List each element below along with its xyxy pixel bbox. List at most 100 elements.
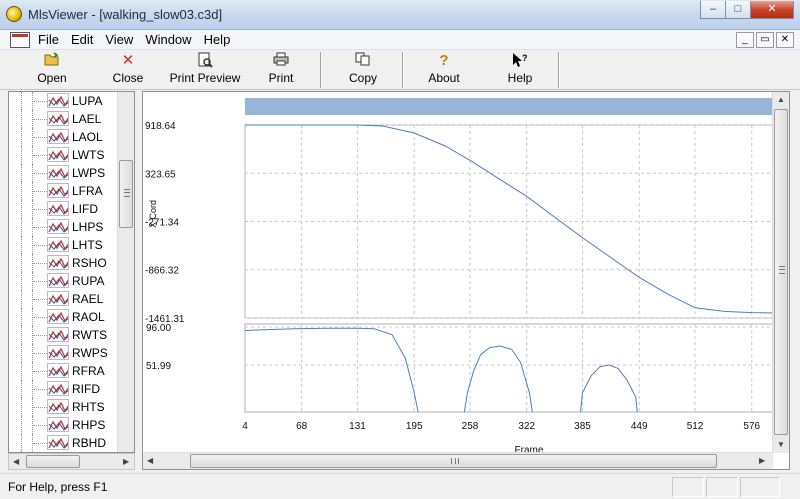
tree-item[interactable]: LAOL <box>9 128 119 146</box>
about-button[interactable]: ? About <box>414 52 474 88</box>
tree-item[interactable]: LHPS <box>9 218 119 236</box>
tree-item[interactable]: LAEL <box>9 110 119 128</box>
tree-item[interactable]: RHTS <box>9 398 119 416</box>
scroll-left-arrow-icon[interactable]: ◀ <box>13 454 19 469</box>
tree-item-label: LAEL <box>72 112 102 126</box>
menu-edit[interactable]: Edit <box>65 32 99 48</box>
menu-window[interactable]: Window <box>139 32 197 48</box>
tree-guide-line <box>21 182 22 200</box>
x-tick-label: 322 <box>518 421 535 432</box>
scroll-down-arrow-icon[interactable]: ▼ <box>777 437 785 452</box>
tree-item-label: RWTS <box>72 328 108 342</box>
tree-item[interactable]: LHTS <box>9 236 119 254</box>
tree-horizontal-scrollbar[interactable]: ◀ ▶ <box>8 453 135 470</box>
scroll-right-arrow-icon[interactable]: ▶ <box>759 453 765 468</box>
marker-charts: 918.64323.65-271.34-866.32-1461.31X Cord… <box>145 121 773 453</box>
tree-guide-line <box>33 299 47 300</box>
tree-item[interactable]: LFRA <box>9 182 119 200</box>
status-bar: For Help, press F1 <box>0 473 800 499</box>
marker-graph-icon <box>47 291 69 306</box>
tree-item-label: LHPS <box>72 220 104 234</box>
tree-item-label: LIFD <box>72 202 99 216</box>
scroll-right-arrow-icon[interactable]: ▶ <box>123 454 129 469</box>
tree-item[interactable]: LWPS <box>9 164 119 182</box>
scroll-up-arrow-icon[interactable]: ▲ <box>777 92 785 107</box>
toolbar: Open ✕ Close Print Preview Print Copy ? … <box>0 50 800 90</box>
marker-list: LUPA LAEL LAOL LWTS LWPS LFRA LIFD LHPS LHTS RSHO… <box>9 92 119 452</box>
document-restore-button[interactable]: ▭ <box>756 32 774 48</box>
marker-graph-icon <box>47 327 69 342</box>
tree-guide-line <box>21 380 22 398</box>
toolbar-separator <box>402 52 404 88</box>
tree-item[interactable]: RSHO <box>9 254 119 272</box>
svg-text:?: ? <box>522 53 528 63</box>
chart-vscroll-thumb[interactable] <box>774 109 788 435</box>
tree-guide-line <box>33 209 47 210</box>
tree-item-label: LWPS <box>72 166 106 180</box>
tree-guide-line <box>33 119 47 120</box>
tree-guide-line <box>21 290 22 308</box>
marker-graph-icon <box>47 111 69 126</box>
tree-item-label: RFRA <box>72 364 105 378</box>
tree-item-label: LUPA <box>72 94 103 108</box>
tree-guide-line <box>33 263 47 264</box>
help-button[interactable]: ? Help <box>494 52 546 88</box>
print-button[interactable]: Print <box>254 52 308 88</box>
minimize-button[interactable]: – <box>700 1 726 19</box>
tree-guide-line <box>33 407 47 408</box>
x-tick-label: 4 <box>242 421 248 432</box>
marker-graph-icon <box>47 309 69 324</box>
menu-help[interactable]: Help <box>198 32 237 48</box>
menu-view[interactable]: View <box>99 32 139 48</box>
toolbar-separator <box>320 52 322 88</box>
tree-item[interactable]: RWTS <box>9 326 119 344</box>
title-bar: MlsViewer - [walking_slow03.c3d] – □ ✕ <box>0 0 800 30</box>
tree-item[interactable]: RFRA <box>9 362 119 380</box>
print-preview-button[interactable]: Print Preview <box>166 52 244 88</box>
close-window-button[interactable]: ✕ <box>750 1 794 19</box>
x-tick-label: 68 <box>296 421 308 432</box>
tree-item[interactable]: RAOL <box>9 308 119 326</box>
marker-graph-icon <box>47 435 69 450</box>
tree-item[interactable]: RUPA <box>9 272 119 290</box>
tree-item[interactable]: RBHD <box>9 434 119 452</box>
maximize-button[interactable]: □ <box>725 1 751 19</box>
status-text: For Help, press F1 <box>8 480 108 494</box>
chart-vertical-scrollbar[interactable]: ▲ ▼ <box>772 92 789 453</box>
tree-item-label: RBHD <box>72 436 107 450</box>
document-close-button[interactable]: ✕ <box>776 32 794 48</box>
copy-button[interactable]: Copy <box>334 52 392 88</box>
tree-hscroll-thumb[interactable] <box>26 455 80 468</box>
tree-item-label: RHTS <box>72 400 105 414</box>
marker-graph-icon <box>47 93 69 108</box>
scroll-left-arrow-icon[interactable]: ◀ <box>147 453 153 468</box>
tree-item[interactable]: LWTS <box>9 146 119 164</box>
tree-item[interactable]: RHPS <box>9 416 119 434</box>
x-tick-label: 385 <box>574 421 591 432</box>
tree-item[interactable]: RWPS <box>9 344 119 362</box>
tree-item[interactable]: RAEL <box>9 290 119 308</box>
tree-guide-line <box>21 200 22 218</box>
tree-scroll-thumb[interactable] <box>119 160 133 228</box>
chart1-y-tick-label: 323.65 <box>145 169 176 180</box>
tree-item[interactable]: LIFD <box>9 200 119 218</box>
chart-hscroll-thumb[interactable] <box>190 454 717 468</box>
marker-tree[interactable]: LUPA LAEL LAOL LWTS LWPS LFRA LIFD LHPS LHTS RSHO… <box>8 91 135 453</box>
tree-item[interactable]: LUPA <box>9 92 119 110</box>
tree-guide-line <box>21 92 22 110</box>
tree-guide-line <box>33 137 47 138</box>
document-system-menu-icon[interactable] <box>10 32 30 48</box>
x-tick-label: 512 <box>687 421 704 432</box>
close-button[interactable]: ✕ Close <box>100 52 156 88</box>
tree-guide-line <box>33 335 47 336</box>
document-minimize-button[interactable]: _ <box>736 32 754 48</box>
chart-horizontal-scrollbar[interactable]: ◀ ▶ <box>143 452 773 469</box>
open-button[interactable]: Open <box>20 52 84 88</box>
tree-guide-line <box>33 353 47 354</box>
menu-file[interactable]: File <box>32 32 65 48</box>
tree-item[interactable]: RIFD <box>9 380 119 398</box>
tree-guide-line <box>33 317 47 318</box>
chart2-y-tick-label: 51.99 <box>146 361 171 372</box>
tree-guide-line <box>21 146 22 164</box>
tree-vertical-scrollbar[interactable] <box>117 92 134 452</box>
